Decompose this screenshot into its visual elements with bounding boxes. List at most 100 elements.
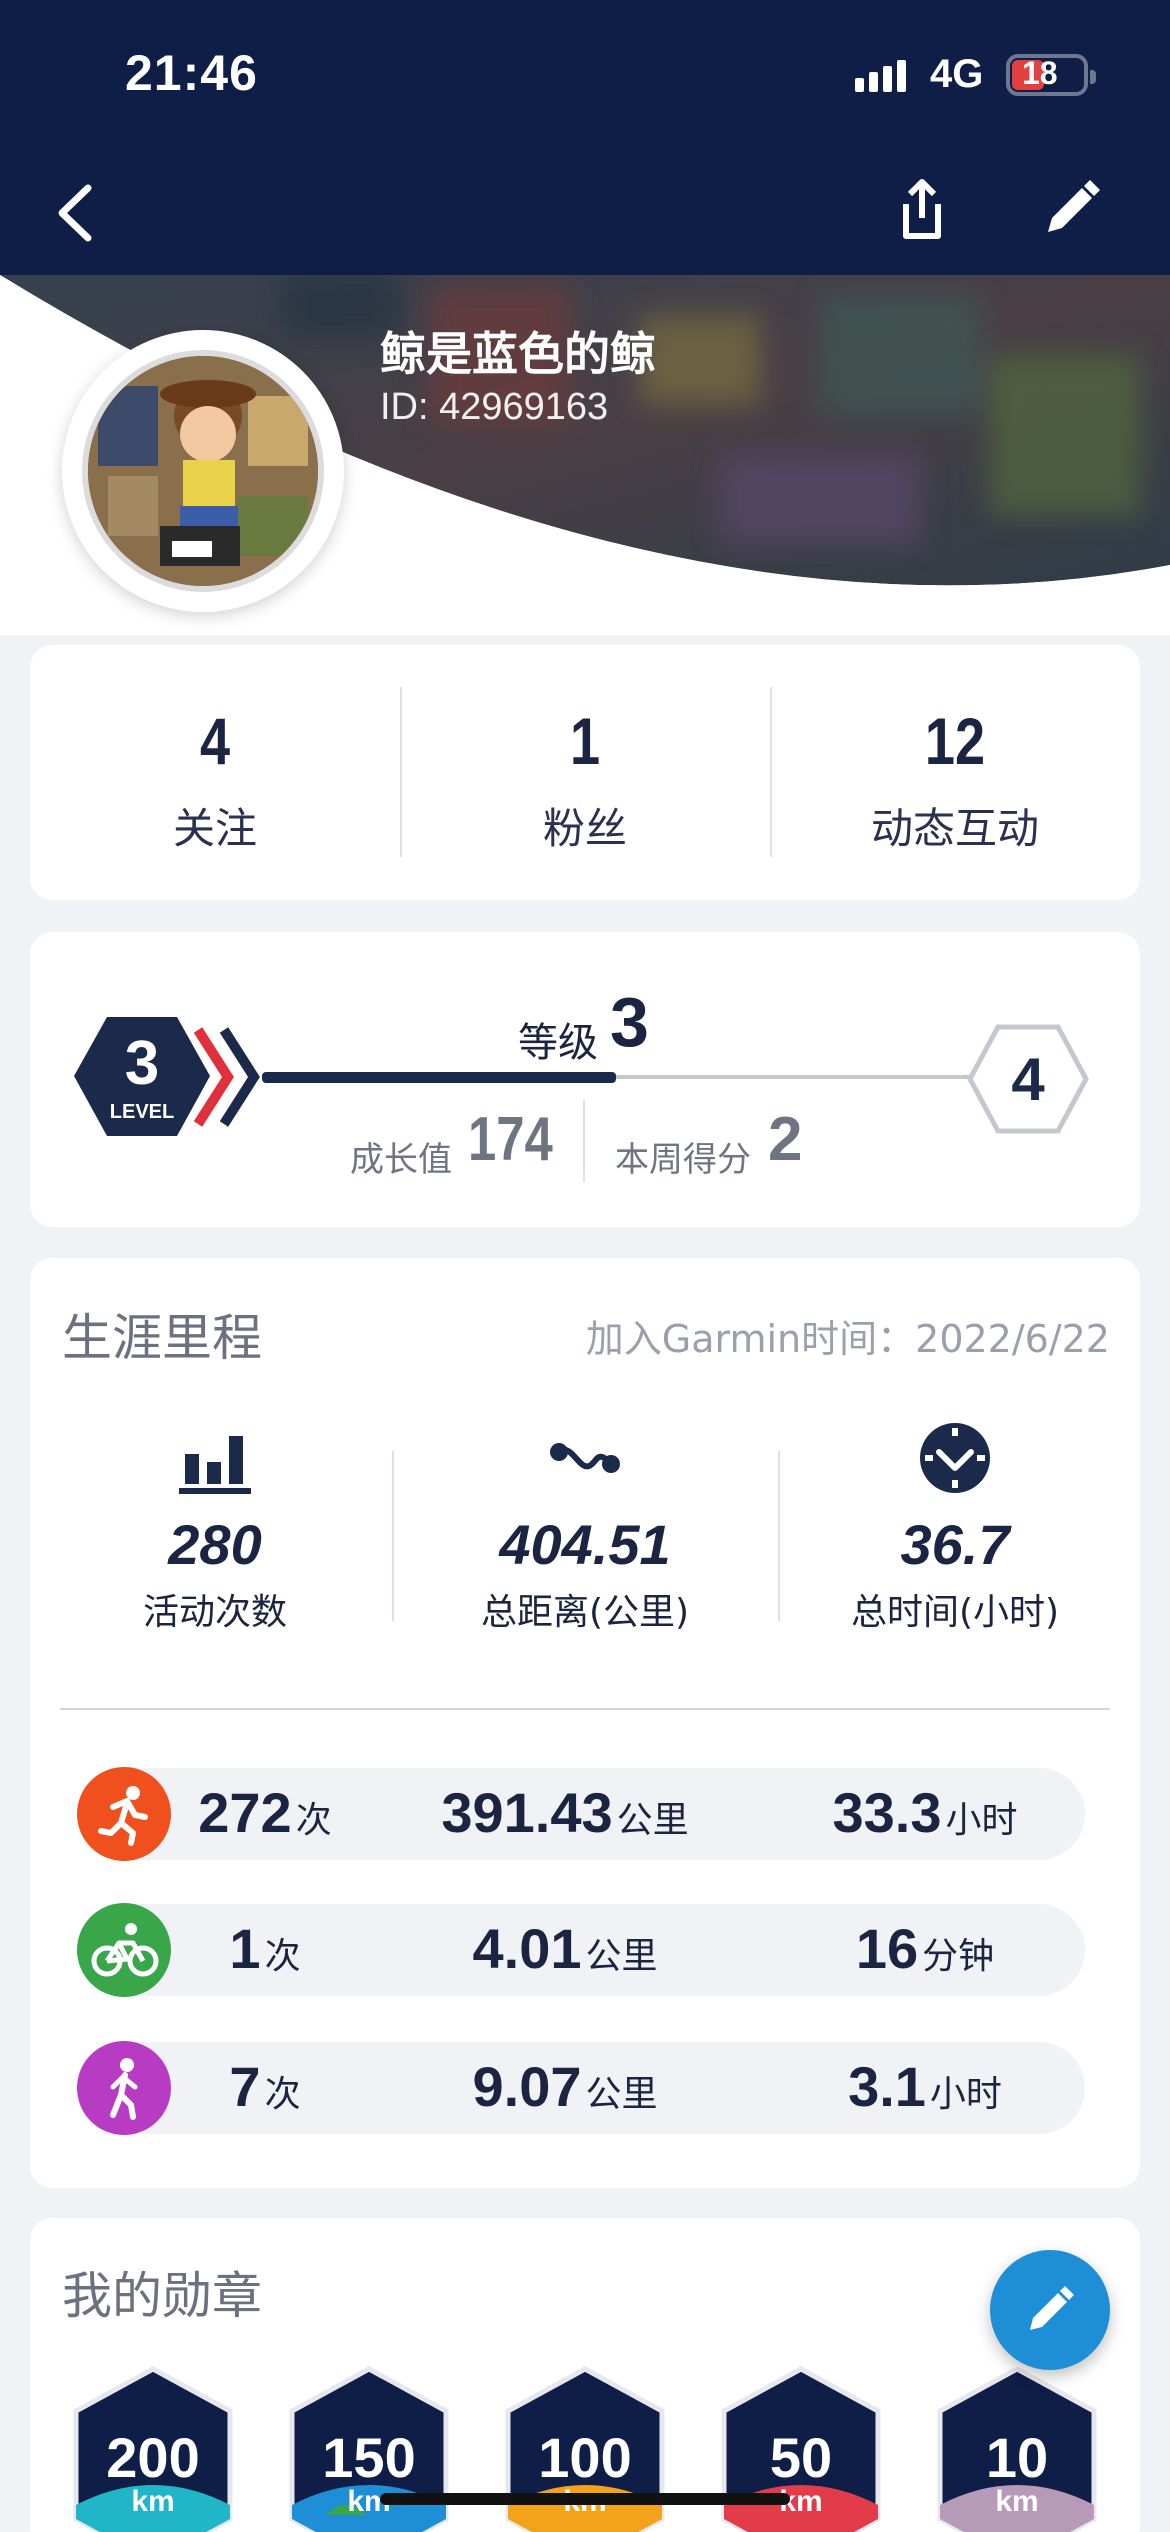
walking-time-unit: 小时 — [929, 2074, 1002, 2115]
divider — [583, 1100, 585, 1182]
back-button[interactable] — [40, 172, 120, 252]
medal-distance: 100 — [538, 2426, 632, 2489]
medal-distance: 10 — [985, 2426, 1049, 2489]
cycling-distance-unit: 公里 — [585, 1936, 658, 1977]
career-stats-card: 生涯里程 加入Garmin时间：2022/6/22 280 活动次数 404.5… — [30, 1258, 1140, 2188]
walking-count-unit: 次 — [264, 2074, 301, 2115]
current-level-number: 3 — [125, 1029, 159, 1098]
cycling-distance: 4.01 公里 — [385, 1904, 745, 1996]
medal-10km[interactable]: 10 km — [934, 2365, 1100, 2532]
cycling-count-unit: 次 — [264, 1936, 301, 1977]
growth-label: 成长值 — [350, 1140, 452, 1180]
clock-icon — [920, 1423, 990, 1493]
interactions-label: 动态互动 — [870, 804, 1039, 853]
medal-distance: 50 — [769, 2426, 833, 2489]
medal-150km[interactable]: 150 km — [286, 2365, 452, 2532]
medal-unit: km — [995, 2485, 1039, 2518]
level-title-value: 3 — [610, 983, 649, 1061]
total-time-value: 36.7 — [900, 1513, 1010, 1576]
divider — [392, 1451, 394, 1621]
followers-count[interactable]: 1 粉丝 — [400, 645, 770, 900]
avatar[interactable] — [62, 330, 344, 612]
current-level-caption: LEVEL — [110, 1101, 174, 1123]
cycling-time-unit: 分钟 — [922, 1936, 995, 1977]
cycling-count: 1次 — [145, 1904, 385, 1996]
walking-distance-unit: 公里 — [585, 2074, 658, 2115]
bar-chart-icon — [179, 1436, 251, 1494]
pencil-icon — [1030, 2286, 1074, 2330]
pencil-icon — [1048, 180, 1100, 232]
signal-icon — [855, 60, 906, 92]
activity-count-value: 280 — [168, 1513, 262, 1576]
status-time: 21:46 — [125, 45, 258, 101]
running-count: 272 次 — [145, 1768, 385, 1860]
battery-level: 18 — [1022, 55, 1058, 91]
medal-100km[interactable]: 100 km — [502, 2365, 668, 2532]
running-time-value: 33.3 — [832, 1781, 942, 1844]
followers-label: 粉丝 — [542, 804, 627, 853]
next-level-badge: 4 — [967, 1024, 1089, 1134]
running-count-value: 272 — [198, 1781, 292, 1844]
cycling-time: 16 分钟 — [765, 1904, 1085, 1996]
followers-value: 1 — [569, 704, 601, 778]
share-icon — [903, 179, 941, 239]
profile-id: ID: 42969163 — [380, 386, 609, 428]
total-time-label: 总时间(小时) — [850, 1592, 1060, 1633]
total-distance-label: 总距离(公里) — [480, 1592, 690, 1633]
running-time: 33.3 小时 — [765, 1768, 1085, 1860]
level-progress-fill — [262, 1072, 616, 1083]
walking-time: 3.1 小时 — [765, 2042, 1085, 2134]
weekly-score-label: 本周得分 — [615, 1140, 751, 1180]
floating-edit-button[interactable] — [990, 2250, 1110, 2370]
profile-name: 鲸是蓝色的鲸 — [380, 327, 656, 381]
weekly-score-value: 2 — [768, 1105, 803, 1174]
interactions-count[interactable]: 12 动态互动 — [770, 645, 1140, 900]
edit-profile-button[interactable] — [1030, 170, 1110, 250]
divider — [60, 1708, 1110, 1710]
medal-50km[interactable]: 50 km — [718, 2365, 884, 2532]
following-label: 关注 — [172, 804, 257, 853]
medal-unit: km — [131, 2485, 175, 2518]
growth-value: 174 — [468, 1105, 553, 1174]
total-distance-stat: 404.51 总距离(公里) — [400, 1418, 770, 1635]
following-count[interactable]: 4 关注 — [30, 645, 400, 900]
chevron-left-icon — [58, 184, 92, 242]
activity-count-stat: 280 活动次数 — [30, 1418, 400, 1635]
following-value: 4 — [199, 704, 231, 778]
level-card[interactable]: 3 LEVEL 4 等级 3 成长值 174 本周得分 2 — [30, 932, 1140, 1227]
walking-count-value: 7 — [229, 2055, 261, 2118]
share-button[interactable] — [880, 170, 960, 250]
medal-200km[interactable]: 200 km — [70, 2365, 236, 2532]
medal-distance: 200 — [106, 2426, 200, 2489]
career-title: 生涯里程 — [62, 1309, 262, 1367]
walking-distance-value: 9.07 — [472, 2055, 582, 2118]
nav-bar — [0, 150, 1170, 275]
total-distance-value: 404.51 — [499, 1513, 671, 1576]
running-row[interactable]: 272 次 391.43 公里 33.3 小时 — [77, 1767, 1085, 1861]
walking-distance: 9.07 公里 — [385, 2042, 745, 2134]
running-distance-value: 391.43 — [441, 1781, 613, 1844]
cycling-time-value: 16 — [855, 1917, 919, 1980]
running-count-unit: 次 — [295, 1800, 332, 1841]
running-distance-unit: 公里 — [616, 1800, 689, 1841]
status-bar: 21:46 4G 18 — [0, 0, 1170, 150]
network-label: 4G — [930, 52, 984, 96]
activity-count-label: 活动次数 — [142, 1592, 287, 1633]
cycling-distance-value: 4.01 — [472, 1917, 582, 1980]
cycling-row[interactable]: 1次 4.01 公里 16 分钟 — [77, 1903, 1085, 1997]
walking-row[interactable]: 7次 9.07 公里 3.1 小时 — [77, 2041, 1085, 2135]
home-indicator — [380, 2493, 790, 2505]
running-time-unit: 小时 — [945, 1800, 1018, 1841]
total-time-stat: 36.7 总时间(小时) — [770, 1418, 1140, 1635]
walking-time-value: 3.1 — [848, 2055, 926, 2118]
walking-count: 7次 — [145, 2042, 385, 2134]
battery-icon: 18 — [1006, 54, 1096, 96]
interactions-value: 12 — [924, 704, 986, 778]
route-icon — [550, 1443, 620, 1473]
cycling-count-value: 1 — [229, 1917, 261, 1980]
medals-title: 我的勋章 — [62, 2267, 262, 2325]
medal-distance: 150 — [322, 2426, 416, 2489]
join-date: 加入Garmin时间：2022/6/22 — [585, 1317, 1110, 1361]
social-stats-card: 4 关注 1 粉丝 12 动态互动 — [30, 645, 1140, 900]
next-level-number: 4 — [1011, 1046, 1045, 1113]
